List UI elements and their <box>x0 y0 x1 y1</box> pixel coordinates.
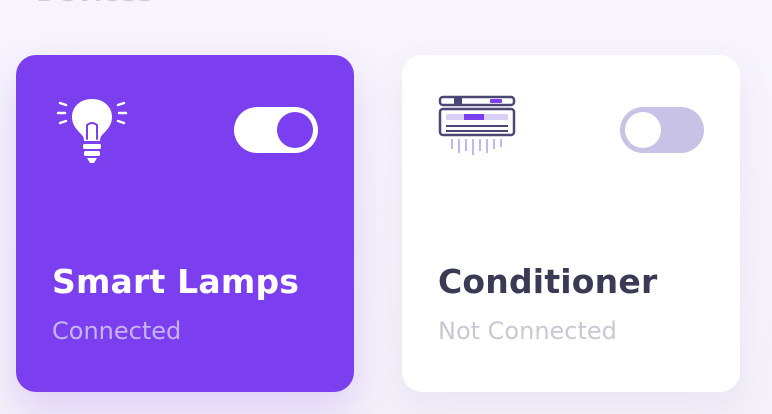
device-status: Not Connected <box>438 317 617 345</box>
device-card-smart-lamps[interactable]: Smart Lamps Connected <box>16 55 354 392</box>
device-card-conditioner[interactable]: Conditioner Not Connected <box>402 55 740 392</box>
lightbulb-icon <box>56 99 128 163</box>
section-title: Devices <box>36 0 236 8</box>
smart-lamps-toggle[interactable] <box>234 107 318 153</box>
toggle-knob <box>625 112 661 148</box>
device-name: Smart Lamps <box>52 262 300 301</box>
device-status: Connected <box>52 317 182 345</box>
toggle-knob <box>277 112 313 148</box>
devices-panel: Devices Smart Lamps Connected <box>0 0 772 414</box>
air-conditioner-icon <box>438 95 516 155</box>
conditioner-toggle[interactable] <box>620 107 704 153</box>
device-name: Conditioner <box>438 262 658 301</box>
